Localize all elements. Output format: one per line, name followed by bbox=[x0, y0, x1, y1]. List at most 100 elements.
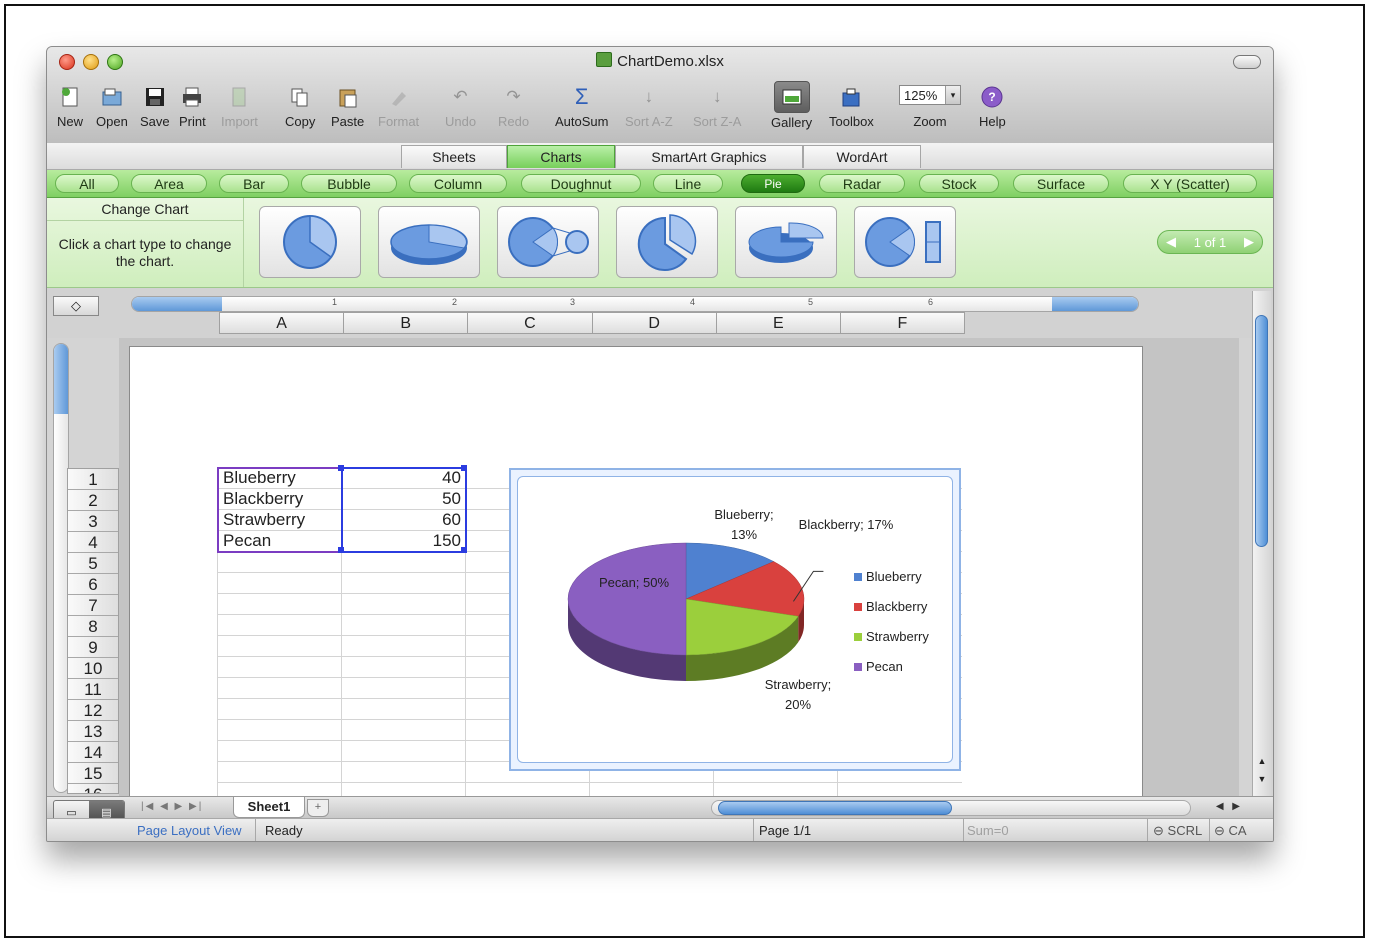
help-button[interactable]: ? Help bbox=[979, 85, 1006, 129]
pie-chart-object[interactable]: Blueberry; 13% Blackberry; 17% Strawberr… bbox=[509, 468, 961, 771]
row-header[interactable]: 9 bbox=[68, 637, 118, 658]
undo-button[interactable]: ↶ Undo bbox=[445, 85, 476, 129]
range-resize-handle[interactable] bbox=[338, 465, 344, 471]
vertical-scroll-thumb[interactable] bbox=[1255, 315, 1268, 547]
tab-charts[interactable]: Charts bbox=[507, 145, 615, 168]
print-button[interactable]: Print bbox=[179, 85, 206, 129]
sort-za-button[interactable]: ↓ Sort Z-A bbox=[693, 85, 741, 129]
row-header[interactable]: 5 bbox=[68, 553, 118, 574]
add-sheet-button[interactable]: + bbox=[307, 799, 329, 817]
chart-type-surface[interactable]: Surface bbox=[1013, 174, 1109, 193]
horizontal-scroll-arrows[interactable]: ◀ ▶ bbox=[1216, 801, 1243, 812]
autosum-button[interactable]: Σ AutoSum bbox=[555, 84, 608, 129]
row-header[interactable]: 7 bbox=[68, 595, 118, 616]
copy-button[interactable]: Copy bbox=[285, 85, 315, 129]
column-headers: A B C D E F bbox=[219, 312, 965, 334]
row-header[interactable]: 13 bbox=[68, 721, 118, 742]
legend-label: Blackberry bbox=[866, 599, 928, 614]
data-label-text: Strawberry; 20% bbox=[764, 677, 832, 712]
pie-of-pie-thumb[interactable] bbox=[497, 206, 599, 278]
scroll-up-icon[interactable]: ▲ bbox=[1253, 753, 1271, 769]
pie-thumb-3d[interactable] bbox=[378, 206, 480, 278]
scroll-down-icon[interactable]: ▼ bbox=[1253, 771, 1271, 787]
row-header[interactable]: 3 bbox=[68, 511, 118, 532]
status-sum: Sum=0 bbox=[967, 823, 1009, 838]
column-header-d[interactable]: D bbox=[593, 313, 717, 333]
gallery-button[interactable]: Gallery bbox=[771, 81, 812, 130]
redo-icon: ↷ bbox=[506, 87, 521, 106]
column-header-f[interactable]: F bbox=[841, 313, 964, 333]
ruler-number: 3 bbox=[570, 297, 576, 307]
pager-prev-icon[interactable]: ◀ bbox=[1166, 234, 1176, 250]
row-header[interactable]: 12 bbox=[68, 700, 118, 721]
ruler-margin-right[interactable] bbox=[1052, 297, 1138, 311]
row-header[interactable]: 16 bbox=[68, 784, 118, 793]
chart-type-xy-scatter[interactable]: X Y (Scatter) bbox=[1123, 174, 1257, 193]
zoom-select[interactable]: 125% ▾ bbox=[899, 85, 961, 105]
range-resize-handle[interactable] bbox=[461, 547, 467, 553]
ruler-margin-left[interactable] bbox=[132, 297, 222, 311]
toolbox-button[interactable]: Toolbox bbox=[829, 85, 874, 129]
legend-item-blackberry[interactable]: Blackberry bbox=[854, 599, 927, 614]
sheet-tab-sheet1[interactable]: Sheet1 bbox=[233, 797, 305, 818]
chart-type-stock[interactable]: Stock bbox=[919, 174, 999, 193]
exploded-pie-3d-thumb[interactable] bbox=[735, 206, 837, 278]
column-header-a[interactable]: A bbox=[220, 313, 345, 333]
status-view-mode[interactable]: Page Layout View bbox=[137, 823, 242, 838]
chart-area[interactable]: Blueberry; 13% Blackberry; 17% Strawberr… bbox=[517, 476, 953, 763]
range-resize-handle[interactable] bbox=[461, 465, 467, 471]
toolbar-toggle-button[interactable] bbox=[1233, 55, 1261, 69]
column-header-e[interactable]: E bbox=[717, 313, 841, 333]
chart-type-bar[interactable]: Bar bbox=[219, 174, 289, 193]
chart-type-radar[interactable]: Radar bbox=[819, 174, 905, 193]
import-button[interactable]: Import bbox=[221, 85, 258, 129]
horizontal-ruler[interactable]: 1 2 3 4 5 6 bbox=[131, 296, 1139, 312]
exploded-pie-thumb[interactable] bbox=[616, 206, 718, 278]
chart-type-bubble[interactable]: Bubble bbox=[301, 174, 397, 193]
chart-type-line[interactable]: Line bbox=[653, 174, 723, 193]
row-header[interactable]: 1 bbox=[68, 469, 118, 490]
data-label-blueberry[interactable]: Blueberry; 13% bbox=[704, 505, 784, 545]
ruler-margin-top[interactable] bbox=[54, 344, 68, 414]
open-button[interactable]: Open bbox=[96, 85, 128, 129]
horizontal-scroll-thumb[interactable] bbox=[718, 801, 952, 815]
tab-smartart-graphics[interactable]: SmartArt Graphics bbox=[615, 145, 803, 168]
redo-button[interactable]: ↷ Redo bbox=[498, 85, 529, 129]
row-header[interactable]: 11 bbox=[68, 679, 118, 700]
row-header[interactable]: 14 bbox=[68, 742, 118, 763]
bar-of-pie-thumb[interactable] bbox=[854, 206, 956, 278]
range-resize-handle[interactable] bbox=[338, 547, 344, 553]
data-label-blackberry[interactable]: Blackberry; 17% bbox=[798, 515, 894, 535]
pager-next-icon[interactable]: ▶ bbox=[1244, 234, 1254, 250]
paste-button[interactable]: Paste bbox=[331, 85, 364, 129]
column-header-b[interactable]: B bbox=[344, 313, 469, 333]
data-label-pecan[interactable]: Pecan; 50% bbox=[584, 573, 684, 593]
tab-sheets[interactable]: Sheets bbox=[401, 145, 507, 168]
pie-thumb-basic[interactable] bbox=[259, 206, 361, 278]
chart-type-all[interactable]: All bbox=[55, 174, 119, 193]
format-button[interactable]: Format bbox=[378, 85, 419, 129]
tab-wordart[interactable]: WordArt bbox=[803, 145, 921, 168]
sort-az-button[interactable]: ↓ Sort A-Z bbox=[625, 85, 673, 129]
chart-type-area[interactable]: Area bbox=[131, 174, 207, 193]
legend-item-pecan[interactable]: Pecan bbox=[854, 659, 903, 674]
column-header-c[interactable]: C bbox=[468, 313, 593, 333]
zoom-control[interactable]: 125% ▾ Zoom bbox=[899, 85, 961, 129]
legend-item-blueberry[interactable]: Blueberry bbox=[854, 569, 922, 584]
chart-type-column[interactable]: Column bbox=[409, 174, 507, 193]
row-header[interactable]: 15 bbox=[68, 763, 118, 784]
row-header[interactable]: 2 bbox=[68, 490, 118, 511]
chart-type-pie[interactable]: Pie bbox=[741, 174, 805, 193]
row-header[interactable]: 4 bbox=[68, 532, 118, 553]
ruler-toggle-button[interactable]: ◇ bbox=[53, 296, 99, 316]
row-header[interactable]: 8 bbox=[68, 616, 118, 637]
vertical-scrollbar[interactable]: ▲ ▼ bbox=[1252, 291, 1271, 803]
chart-type-doughnut[interactable]: Doughnut bbox=[521, 174, 641, 193]
data-label-strawberry[interactable]: Strawberry; 20% bbox=[750, 675, 846, 715]
sheet-navigation-arrows[interactable]: |◀ ◀ ▶ ▶| bbox=[141, 801, 203, 812]
row-header[interactable]: 6 bbox=[68, 574, 118, 595]
new-button[interactable]: New bbox=[57, 85, 83, 129]
legend-item-strawberry[interactable]: Strawberry bbox=[854, 629, 929, 644]
save-button[interactable]: Save bbox=[140, 85, 170, 129]
row-header[interactable]: 10 bbox=[68, 658, 118, 679]
